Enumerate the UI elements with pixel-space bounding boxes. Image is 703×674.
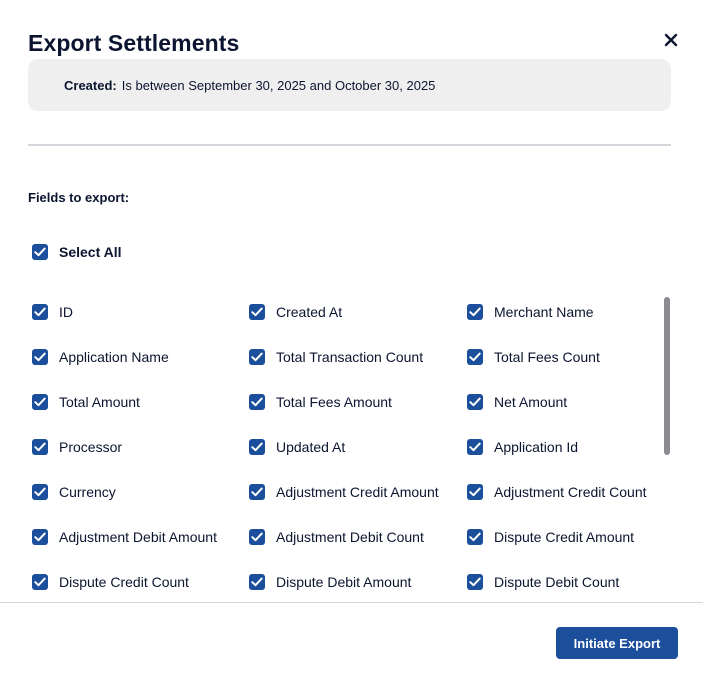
select-all-label: Select All (59, 244, 122, 260)
field-checkbox-label: Net Amount (494, 394, 568, 410)
field-checkbox[interactable]: Dispute Credit Amount (467, 529, 634, 545)
modal-title: Export Settlements (28, 30, 240, 56)
select-all-checkbox[interactable]: Select All (32, 244, 122, 260)
field-checkbox-label: Dispute Credit Count (59, 574, 189, 590)
scrollbar-thumb[interactable] (664, 297, 670, 455)
field-checkbox[interactable]: Merchant Name (467, 304, 594, 320)
field-checkbox-label: Dispute Debit Amount (276, 574, 412, 590)
checkbox-checked-icon[interactable] (32, 439, 48, 455)
checkbox-checked-icon[interactable] (249, 349, 265, 365)
field-checkbox-label: Updated At (276, 439, 346, 455)
export-settlements-modal: Export Settlements Created: Is between S… (0, 0, 703, 674)
field-checkbox[interactable]: Dispute Debit Count (467, 574, 619, 590)
checkbox-checked-icon[interactable] (467, 529, 483, 545)
field-checkbox-label: ID (59, 304, 73, 320)
initiate-export-button[interactable]: Initiate Export (556, 627, 678, 659)
checkbox-checked-icon[interactable] (32, 394, 48, 410)
filter-summary: Created: Is between September 30, 2025 a… (28, 59, 671, 111)
field-checkbox-label: Adjustment Credit Count (494, 484, 647, 500)
checkbox-checked-icon[interactable] (249, 304, 265, 320)
field-checkbox[interactable]: Processor (32, 439, 122, 455)
field-checkbox[interactable]: Total Fees Count (467, 349, 600, 365)
field-checkbox-label: Application Id (494, 439, 579, 455)
checkbox-checked-icon[interactable] (467, 394, 483, 410)
field-checkbox[interactable]: Adjustment Credit Amount (249, 484, 439, 500)
field-checkbox[interactable]: Adjustment Debit Count (249, 529, 424, 545)
checkbox-checked-icon[interactable] (32, 304, 48, 320)
fields-list: ID Created At Merchant Name Application Nam… (0, 290, 703, 602)
field-checkbox[interactable]: Currency (32, 484, 116, 500)
checkbox-checked-icon[interactable] (32, 574, 48, 590)
field-checkbox-label: Dispute Credit Amount (494, 529, 635, 545)
close-icon (664, 33, 678, 47)
field-checkbox-label: Total Fees Count (494, 349, 600, 365)
field-checkbox-label: Total Transaction Count (276, 349, 424, 365)
checkbox-checked-icon[interactable] (467, 484, 483, 500)
checkbox-checked-icon[interactable] (249, 574, 265, 590)
fields-heading: Fields to export: (28, 190, 130, 205)
field-checkbox[interactable]: ID (32, 304, 73, 320)
field-checkbox-label: Currency (59, 484, 116, 500)
field-checkbox-label: Total Amount (59, 394, 140, 410)
checkbox-checked-icon[interactable] (249, 439, 265, 455)
field-checkbox[interactable]: Total Fees Amount (249, 394, 392, 410)
checkbox-checked-icon[interactable] (32, 484, 48, 500)
checkbox-checked-icon[interactable] (467, 574, 483, 590)
field-checkbox[interactable]: Adjustment Credit Count (467, 484, 647, 500)
checkbox-checked-icon[interactable] (32, 349, 48, 365)
checkbox-checked-icon[interactable] (467, 349, 483, 365)
field-checkbox-label: Processor (59, 439, 123, 455)
field-checkbox-label: Application Name (59, 349, 169, 365)
field-checkbox[interactable]: Updated At (249, 439, 345, 455)
field-checkbox[interactable]: Net Amount (467, 394, 567, 410)
field-checkbox[interactable]: Application Name (32, 349, 169, 365)
checkbox-checked-icon[interactable] (249, 394, 265, 410)
field-checkbox[interactable]: Total Transaction Count (249, 349, 423, 365)
field-checkbox-label: Merchant Name (494, 304, 594, 320)
field-checkbox-label: Created At (276, 304, 343, 320)
footer-divider (0, 602, 703, 603)
checkbox-checked-icon[interactable] (249, 484, 265, 500)
checkbox-checked-icon[interactable] (32, 244, 48, 260)
checkbox-checked-icon[interactable] (249, 529, 265, 545)
section-divider (28, 144, 671, 146)
field-checkbox-label: Adjustment Credit Amount (276, 484, 439, 500)
checkbox-checked-icon[interactable] (32, 529, 48, 545)
close-button[interactable] (659, 28, 683, 52)
checkbox-checked-icon[interactable] (467, 439, 483, 455)
filter-label: Created: (64, 77, 117, 93)
field-checkbox[interactable]: Dispute Debit Amount (249, 574, 411, 590)
modal-header: Export Settlements (28, 28, 683, 60)
field-checkbox-label: Adjustment Debit Count (276, 529, 424, 545)
field-checkbox-label: Adjustment Debit Amount (59, 529, 217, 545)
field-checkbox[interactable]: Dispute Credit Count (32, 574, 189, 590)
field-checkbox[interactable]: Created At (249, 304, 342, 320)
field-checkbox[interactable]: Total Amount (32, 394, 140, 410)
field-checkbox-label: Total Fees Amount (276, 394, 392, 410)
field-checkbox[interactable]: Application Id (467, 439, 578, 455)
checkbox-checked-icon[interactable] (467, 304, 483, 320)
field-checkbox[interactable]: Adjustment Debit Amount (32, 529, 217, 545)
field-checkbox-label: Dispute Debit Count (494, 574, 620, 590)
filter-value: Is between September 30, 2025 and Octobe… (121, 77, 436, 93)
